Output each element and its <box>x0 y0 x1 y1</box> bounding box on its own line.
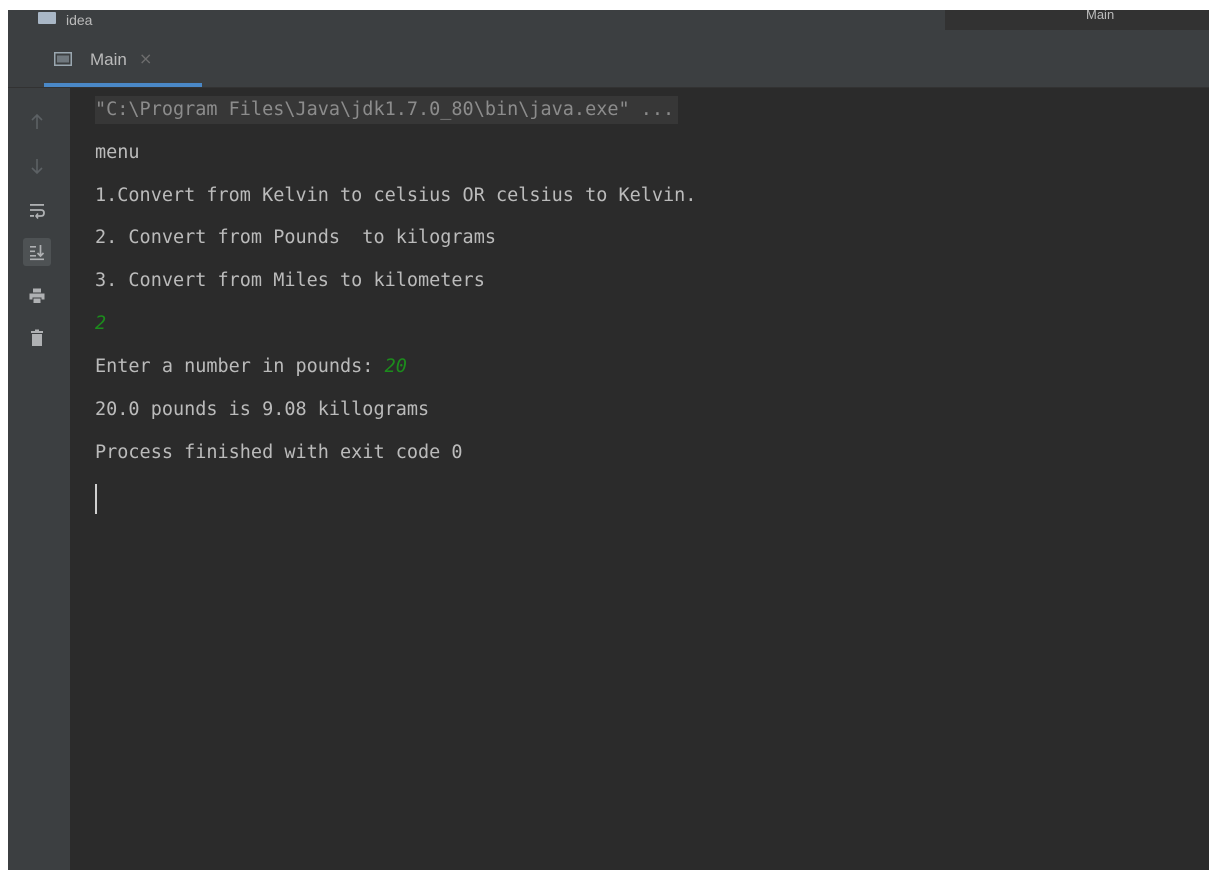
trash-icon <box>31 329 43 346</box>
output-line-option-3: 3. Convert from Miles to kilometers <box>95 270 485 291</box>
scroll-down-icon <box>31 159 43 175</box>
user-input-pounds: 20 <box>384 356 407 377</box>
console-output[interactable]: "C:\Program Files\Java\jdk1.7.0_80\bin\j… <box>70 88 1209 870</box>
text-caret <box>95 484 97 514</box>
scroll-up-button[interactable] <box>23 108 51 136</box>
console-window-icon <box>54 52 72 66</box>
java-command-line[interactable]: "C:\Program Files\Java\jdk1.7.0_80\bin\j… <box>95 96 679 124</box>
scroll-down-button[interactable] <box>23 152 51 180</box>
tab-main[interactable]: Main × <box>44 30 202 88</box>
scroll-to-end-button[interactable] <box>23 238 51 266</box>
print-icon <box>29 288 45 304</box>
soft-wrap-icon <box>30 204 45 219</box>
breadcrumb-right-panel <box>945 10 1209 30</box>
print-button[interactable] <box>23 282 51 310</box>
folder-icon <box>38 12 56 24</box>
tab-main-label: Main <box>90 50 127 69</box>
close-icon[interactable]: × <box>139 50 152 68</box>
prompt-text: Enter a number in pounds: <box>95 356 385 377</box>
console-toolbar <box>8 88 70 870</box>
output-line-option-2: 2. Convert from Pounds to kilograms <box>95 227 496 248</box>
scroll-to-end-icon <box>30 245 45 261</box>
output-line-option-1: 1.Convert from Kelvin to celsius OR cels… <box>95 185 697 206</box>
run-tool-window: idea Main Main × "C:\Program Files\Java\… <box>8 10 1209 870</box>
soft-wrap-button[interactable] <box>23 196 51 224</box>
clear-all-button[interactable] <box>23 324 51 352</box>
breadcrumb-bar: idea Main <box>8 10 1209 30</box>
active-tab-indicator <box>44 83 202 87</box>
user-input-choice: 2 <box>95 313 107 334</box>
scroll-up-icon <box>31 113 43 129</box>
breadcrumb-project-label[interactable]: idea <box>66 12 92 28</box>
breadcrumb-run-config-label[interactable]: Main <box>1086 10 1114 21</box>
output-line-menu: menu <box>95 142 140 163</box>
output-line-prompt: Enter a number in pounds: 20 <box>95 353 407 381</box>
output-line-result: 20.0 pounds is 9.08 killograms <box>95 399 430 420</box>
run-tab-bar: Main × <box>8 30 1209 88</box>
output-line-exit: Process finished with exit code 0 <box>95 442 463 463</box>
